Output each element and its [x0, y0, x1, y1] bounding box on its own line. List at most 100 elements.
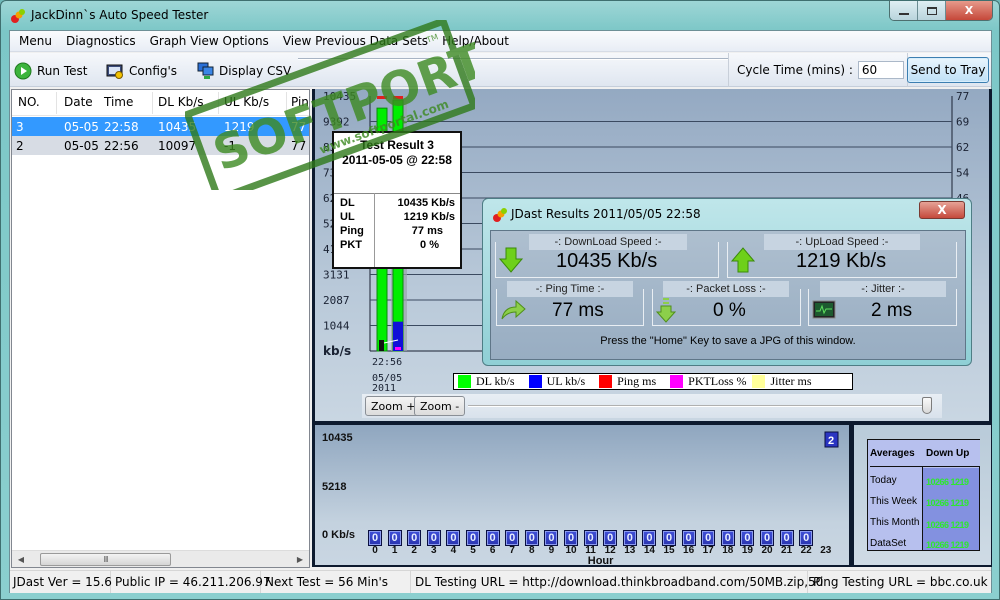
- zoom-slider-track[interactable]: [468, 405, 926, 407]
- y-tick-label: 10435: [323, 90, 356, 103]
- table-row-selected[interactable]: 3 05-05 22:58 10435 1219 77: [12, 117, 309, 136]
- zoom-slider-thumb[interactable]: [922, 397, 932, 414]
- hour-value-box: 0: [426, 530, 441, 546]
- hour-value-box: 0: [524, 530, 539, 546]
- table-row[interactable]: 2 05-05 22:56 10097 -1 77: [12, 136, 309, 155]
- close-button[interactable]: X: [946, 1, 992, 20]
- menu-graph-view-options[interactable]: Graph View Options: [143, 34, 276, 48]
- y-tick-label: 2087: [323, 294, 350, 307]
- col-header-no[interactable]: NO.: [18, 95, 40, 109]
- minimize-button[interactable]: [890, 1, 918, 20]
- avg-value-week: 10266 1219: [926, 498, 969, 508]
- scroll-thumb[interactable]: III: [40, 553, 171, 566]
- col-header-date[interactable]: Date: [64, 95, 93, 109]
- hour-value-box: 0: [642, 530, 657, 546]
- legend-swatch: [670, 375, 684, 388]
- hour-value-box: 0: [760, 530, 774, 546]
- bar-ul: [393, 321, 403, 351]
- run-test-button[interactable]: Run Test: [14, 61, 87, 81]
- hour-value-box: 0: [485, 530, 500, 546]
- tooltip-value: 10435 Kb/s: [397, 197, 455, 209]
- download-arrow-icon: [499, 247, 523, 273]
- tooltip-row-dl: DL 10435 Kb/s: [340, 197, 455, 211]
- avg-label-month: This Month: [870, 517, 920, 528]
- hour-value-box: 0: [701, 530, 716, 546]
- col-header-time[interactable]: Time: [104, 95, 133, 109]
- test-result-tooltip: Test Result 3 2011-05-05 @ 22:58 DL 10435…: [332, 131, 462, 269]
- window-title: JackDinn`s Auto Speed Tester: [31, 8, 209, 22]
- hour-value-box: 0: [720, 530, 735, 546]
- scroll-right-icon[interactable]: ▶: [293, 553, 307, 566]
- hour-tick-label: 9: [549, 545, 555, 556]
- packet-loss-box: -: Packet Loss :- 0 %: [652, 281, 801, 326]
- avg-label-dataset: DataSet: [870, 538, 907, 549]
- legend-swatch: [528, 375, 542, 388]
- display-csv-label: Display CSV: [219, 64, 292, 78]
- results-body: -: DownLoad Speed :- 10435 Kb/s -: UpLoa…: [490, 230, 966, 360]
- header-divider: [286, 92, 287, 114]
- y-axis-label: kb/s: [323, 344, 351, 358]
- hour-tick-label: 15: [663, 545, 675, 556]
- tooltip-datetime: 2011-05-05 @ 22:58: [342, 153, 452, 167]
- maximize-button[interactable]: [918, 1, 946, 20]
- menu-menu[interactable]: Menu: [12, 34, 59, 48]
- header-divider: [56, 92, 57, 114]
- right-y-tick-label: 77: [956, 90, 969, 103]
- legend-item-dl: DL kb/s: [458, 374, 515, 389]
- count-badge-label: 2: [828, 435, 834, 447]
- results-close-button[interactable]: X: [919, 201, 965, 219]
- upload-speed-box: -: UpLoad Speed :- 1219 Kb/s: [727, 234, 957, 278]
- cell-no: 2: [16, 139, 24, 153]
- cell-ul: -1: [224, 139, 236, 153]
- hour-tick-label: 13: [624, 545, 636, 556]
- col-header-ul[interactable]: UL Kb/s: [224, 95, 269, 109]
- hour-value-box: 0: [544, 530, 559, 546]
- packet-loss-caption: -: Packet Loss :-: [663, 281, 789, 297]
- hour-tick-label: 22: [801, 545, 813, 556]
- hour-tick-label: 6: [490, 545, 496, 556]
- zoom-in-button[interactable]: Zoom +: [365, 396, 422, 416]
- results-window-title: JDast Results 2011/05/05 22:58: [511, 207, 701, 221]
- scroll-left-icon[interactable]: ◀: [14, 553, 28, 566]
- maximize-icon: [926, 6, 937, 15]
- hour-tick-label: 4: [451, 545, 457, 556]
- ping-time-box: -: Ping Time :- 77 ms: [496, 281, 644, 326]
- horizontal-scrollbar[interactable]: ◀ III ▶: [12, 550, 309, 567]
- cell-dl: 10435: [158, 120, 197, 134]
- legend-item-jitter: Jitter ms: [752, 374, 811, 389]
- menu-diagnostics[interactable]: Diagnostics: [59, 34, 143, 48]
- zoom-out-button[interactable]: Zoom -: [414, 396, 466, 416]
- cycle-time-label: Cycle Time (mins) :: [737, 63, 853, 77]
- zoom-controls: Zoom + Zoom -: [362, 394, 942, 418]
- configs-label: Config's: [129, 64, 178, 78]
- hour-tick-label: 7: [509, 545, 515, 556]
- cycle-time-input[interactable]: [857, 61, 904, 79]
- display-csv-button[interactable]: Display CSV: [196, 61, 291, 81]
- hour-tick-label: 17: [703, 545, 715, 556]
- menu-view-previous-data-sets[interactable]: View Previous Data Sets: [276, 34, 435, 48]
- cell-time: 22:56: [104, 139, 139, 153]
- hourly-y-tick-label: 0 Kb/s: [322, 529, 355, 541]
- chart-legend: DL kb/s UL kb/s Ping ms PKTLoss % Jitter…: [453, 373, 853, 390]
- hour-value-box: 0: [740, 530, 755, 546]
- hour-tick-label: 16: [683, 545, 695, 556]
- cell-date: 05-05: [64, 120, 99, 134]
- legend-swatch: [599, 375, 613, 388]
- right-y-tick-label: 54: [956, 167, 970, 180]
- send-to-tray-button[interactable]: Send to Tray: [907, 57, 989, 83]
- hour-value-box: 0: [603, 530, 618, 546]
- avg-value-today: 10266 1219: [926, 477, 969, 487]
- results-window: JDast Results 2011/05/05 22:58 X -: Down…: [482, 198, 972, 366]
- y-tick-label: 9392: [323, 116, 350, 129]
- list-header: NO. Date Time DL Kb/s UL Kb/s Pin: [12, 90, 309, 116]
- tooltip-row-ping: Ping 77 ms: [340, 225, 455, 239]
- col-header-ping[interactable]: Pin: [291, 95, 309, 109]
- menu-help-about[interactable]: Help/About: [435, 34, 516, 48]
- col-header-dl[interactable]: DL Kb/s: [158, 95, 204, 109]
- title-bar[interactable]: JackDinn`s Auto Speed Tester X: [1, 1, 1000, 30]
- configs-button[interactable]: Config's: [106, 61, 177, 81]
- legend-swatch: [752, 375, 766, 388]
- hour-value-box: 0: [681, 530, 696, 546]
- legend-label: Ping ms: [617, 374, 657, 388]
- cell-ping: 77: [291, 120, 307, 134]
